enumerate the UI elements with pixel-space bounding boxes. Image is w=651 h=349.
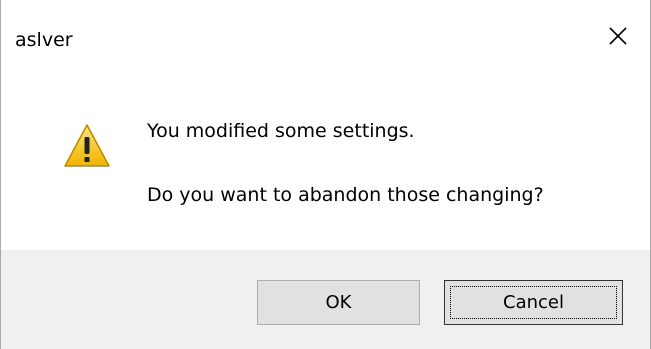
close-button[interactable]	[586, 0, 650, 72]
message-dialog: aslver You modified some settings. Do yo…	[0, 0, 651, 349]
message-line-2: Do you want to abandon those changing?	[147, 184, 544, 206]
warning-icon	[64, 124, 110, 167]
window-title: aslver	[15, 29, 73, 51]
close-icon	[609, 27, 627, 45]
cancel-button-label: Cancel	[503, 292, 564, 313]
ok-button-label: OK	[325, 292, 352, 313]
button-bar: OK Cancel	[1, 250, 650, 349]
ok-button[interactable]: OK	[257, 280, 420, 325]
cancel-button[interactable]: Cancel	[444, 280, 623, 325]
message-line-1: You modified some settings.	[147, 120, 415, 142]
message-area: You modified some settings. Do you want …	[1, 72, 650, 250]
title-bar: aslver	[1, 0, 650, 72]
